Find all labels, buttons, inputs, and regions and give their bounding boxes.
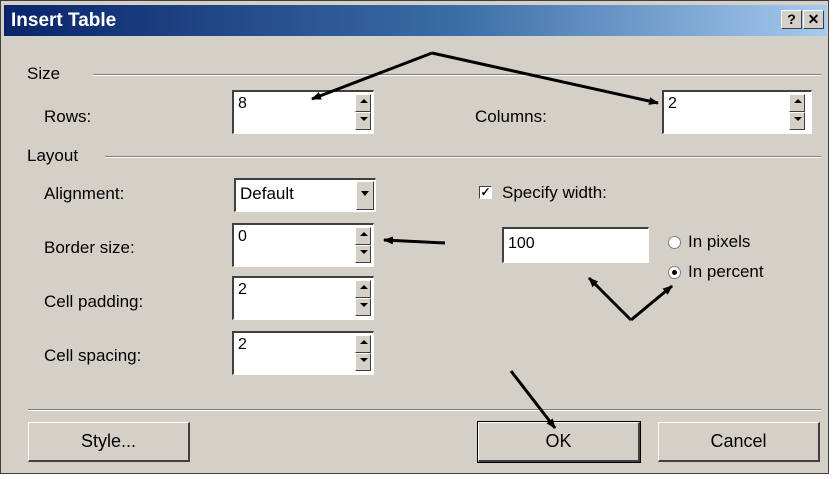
insert-table-dialog: Insert Table ? ✕ Size Rows: 8 Columns: 2… xyxy=(0,0,829,474)
specify-width-checkbox[interactable]: ✓ xyxy=(479,186,492,199)
width-value: 100 xyxy=(508,235,535,252)
cell-spacing-label: Cell spacing: xyxy=(44,346,142,365)
spacing-up-icon[interactable] xyxy=(355,335,371,353)
rows-label: Rows: xyxy=(44,107,92,126)
spacing-down-icon[interactable] xyxy=(355,353,371,371)
help-button[interactable]: ? xyxy=(781,10,802,29)
alignment-value: Default xyxy=(240,184,294,203)
close-button[interactable]: ✕ xyxy=(803,10,824,29)
rows-spinner[interactable] xyxy=(355,94,371,130)
cell-padding-value: 2 xyxy=(238,281,247,298)
border-size-label: Border size: xyxy=(44,238,135,257)
columns-label: Columns: xyxy=(475,107,547,126)
cancel-button[interactable]: Cancel xyxy=(658,422,820,462)
cell-spacing-spinner[interactable] xyxy=(355,335,371,371)
chevron-down-icon[interactable] xyxy=(356,181,374,210)
specify-width-label: Specify width: xyxy=(502,183,607,202)
buttons-divider xyxy=(28,409,821,411)
border-up-icon[interactable] xyxy=(355,227,371,245)
alignment-label: Alignment: xyxy=(44,184,125,203)
in-percent-radio[interactable] xyxy=(668,266,681,279)
size-group-divider xyxy=(93,74,821,76)
border-size-value: 0 xyxy=(238,228,247,245)
title-bar[interactable]: Insert Table ? ✕ xyxy=(4,5,827,36)
columns-down-icon[interactable] xyxy=(789,112,805,130)
cell-padding-spinner[interactable] xyxy=(355,280,371,316)
border-size-field[interactable]: 0 xyxy=(232,223,374,267)
padding-up-icon[interactable] xyxy=(355,280,371,298)
ok-button[interactable]: OK xyxy=(477,421,641,463)
dialog-title: Insert Table xyxy=(11,10,117,31)
cell-padding-field[interactable]: 2 xyxy=(232,276,374,320)
rows-value: 8 xyxy=(238,95,247,112)
padding-down-icon[interactable] xyxy=(355,298,371,316)
border-size-spinner[interactable] xyxy=(355,227,371,263)
alignment-select[interactable]: Default xyxy=(234,178,376,212)
layout-group-label: Layout xyxy=(27,146,79,165)
columns-spinner[interactable] xyxy=(789,94,805,130)
rows-down-icon[interactable] xyxy=(355,112,371,130)
columns-value: 2 xyxy=(668,95,677,112)
in-pixels-radio[interactable] xyxy=(668,236,681,249)
cell-spacing-field[interactable]: 2 xyxy=(232,331,374,375)
layout-group-divider xyxy=(105,156,821,158)
cell-spacing-value: 2 xyxy=(238,336,247,353)
width-field[interactable]: 100 xyxy=(502,227,649,263)
rows-field[interactable]: 8 xyxy=(232,90,374,134)
cell-padding-label: Cell padding: xyxy=(44,292,144,311)
in-percent-label: In percent xyxy=(688,262,764,281)
style-button[interactable]: Style... xyxy=(28,422,190,462)
border-down-icon[interactable] xyxy=(355,245,371,263)
in-pixels-label: In pixels xyxy=(688,232,751,251)
columns-up-icon[interactable] xyxy=(789,94,805,112)
size-group-label: Size xyxy=(27,64,61,83)
rows-up-icon[interactable] xyxy=(355,94,371,112)
